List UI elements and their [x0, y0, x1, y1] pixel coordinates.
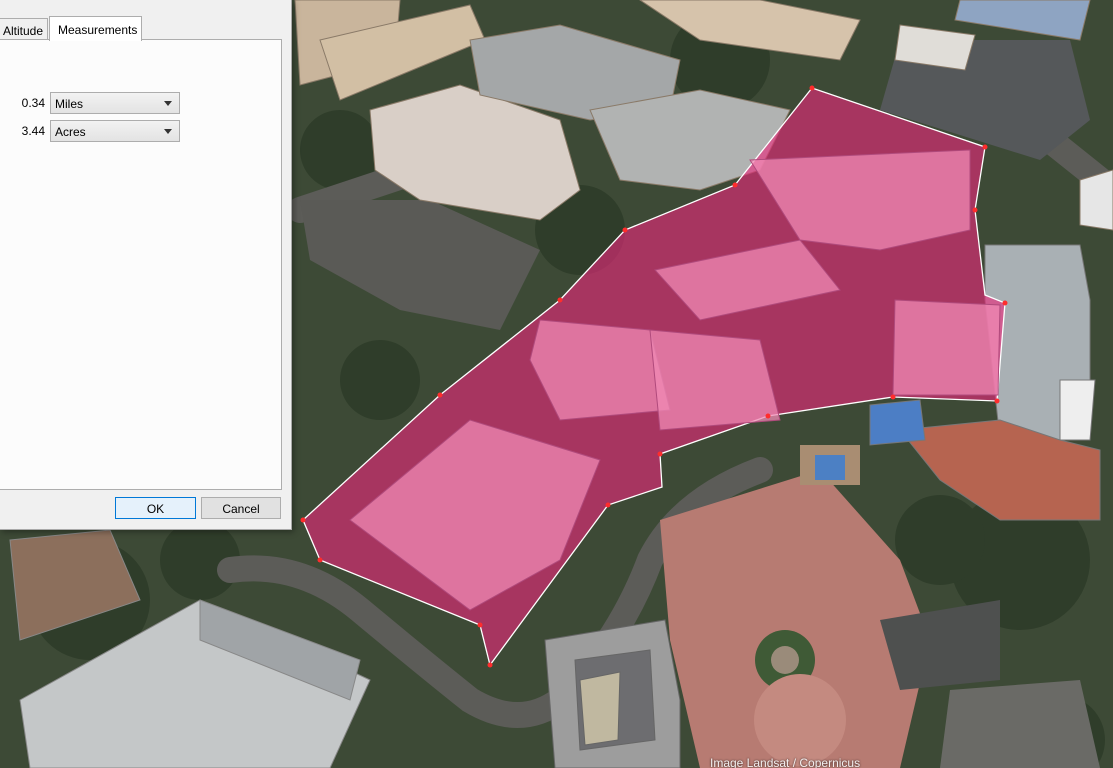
distance-row: 0.34 Miles [0, 92, 199, 114]
distance-unit-label: Miles [55, 97, 84, 111]
area-row: 3.44 Acres [0, 120, 199, 142]
distance-value: 0.34 [21, 96, 45, 110]
tab-measurements[interactable]: Measurements [49, 16, 142, 41]
measure-dialog: Altitude Measurements 0.34 Miles 3.44 Ac… [0, 0, 292, 530]
map-attribution: Image Landsat / Copernicus [710, 756, 861, 768]
measurements-panel: 0.34 Miles 3.44 Acres [0, 39, 282, 490]
entrance-gate [800, 445, 860, 485]
dialog-tab-bar: Altitude Measurements [0, 16, 291, 41]
distance-unit-select[interactable]: Miles [50, 92, 180, 114]
chevron-down-icon [164, 101, 172, 106]
tab-altitude[interactable]: Altitude [0, 18, 48, 40]
area-unit-label: Acres [55, 125, 86, 139]
area-unit-select[interactable]: Acres [50, 120, 180, 142]
chevron-down-icon [164, 129, 172, 134]
cancel-button[interactable]: Cancel [201, 497, 281, 519]
tower [544, 619, 681, 768]
ok-button[interactable]: OK [115, 497, 196, 519]
area-value: 3.44 [21, 124, 45, 138]
